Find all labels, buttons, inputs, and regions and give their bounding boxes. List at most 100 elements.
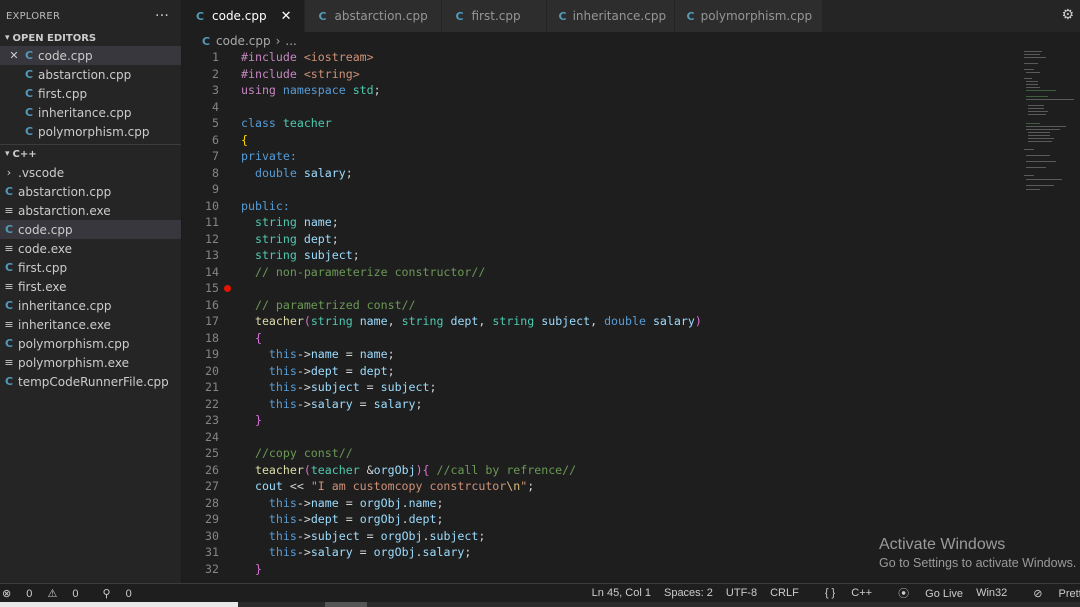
cpp-file-icon: C (24, 106, 34, 119)
tab-inheritance-cpp[interactable]: C inheritance.cpp (546, 0, 675, 32)
status-bar: ⊗ 0 ⚠ 0 ⚲ 0 Ln 45, Col 1 Spaces: 2 UTF-8… (0, 583, 1080, 602)
encoding[interactable]: UTF-8 (726, 587, 757, 599)
indentation[interactable]: Spaces: 2 (664, 587, 713, 599)
file-tree-item[interactable]: C tempCodeRunnerFile.cpp (0, 372, 181, 391)
file-tree-item[interactable]: C first.cpp (0, 258, 181, 277)
line-number: 12 (205, 231, 219, 246)
code-line: 20 this->dept = dept; (182, 363, 1018, 380)
line-number: 15 (205, 281, 219, 295)
file-tree-item[interactable]: C inheritance.cpp (0, 296, 181, 315)
prettier-label: Prettier (1058, 587, 1080, 600)
code-line: 25 //copy const// (182, 445, 1018, 462)
cursor-position[interactable]: Ln 45, Col 1 (592, 587, 651, 599)
prettier-status[interactable]: ⊘ Prettier (1020, 587, 1080, 600)
watermark-title: Activate Windows (879, 536, 1006, 553)
cpp-file-icon: C (318, 9, 327, 23)
code-line: 24 (182, 429, 1018, 446)
open-editor-label: code.cpp (38, 48, 93, 63)
exe-file-icon: ≡ (4, 204, 14, 217)
chevron-right-icon: › (6, 166, 12, 179)
problems-indicator[interactable]: ⊗ 0 ⚠ 0 (2, 587, 91, 600)
broadcast-icon: ⚲ (102, 587, 111, 600)
tab-code-cpp[interactable]: C code.cpp ✕ (182, 0, 305, 32)
more-actions-icon[interactable]: ··· (155, 8, 169, 24)
activate-windows-watermark: Activate Windows Go to Settings to activ… (879, 536, 1076, 570)
cpp-file-icon: C (24, 87, 34, 100)
file-tree-item[interactable]: ≡ first.exe (0, 277, 181, 296)
line-number: 21 (205, 380, 219, 394)
line-number: 20 (205, 363, 219, 378)
breakpoint-icon[interactable] (224, 285, 231, 292)
taskbar-edge (0, 602, 1080, 607)
open-editors-header[interactable]: ▾ OPEN EDITORS (0, 30, 181, 46)
gear-icon[interactable]: ⚙ (1061, 7, 1074, 23)
chevron-right-icon: › (275, 34, 281, 48)
code-line: 29 this->dept = orgObj.dept; (182, 511, 1018, 528)
close-icon[interactable]: ✕ (281, 9, 292, 24)
open-editor-item[interactable]: C first.cpp (0, 84, 181, 103)
breadcrumb: C code.cpp › ... (200, 32, 297, 50)
tab-label: inheritance.cpp (572, 9, 667, 23)
file-tree-item[interactable]: ≡ abstarction.exe (0, 201, 181, 220)
line-number: 5 (212, 116, 219, 130)
tab-label: code.cpp (212, 9, 267, 23)
tab-abstarction-cpp[interactable]: C abstarction.cpp (304, 0, 442, 32)
code-line: 8 double salary; (182, 165, 1018, 182)
line-number: 10 (205, 198, 219, 213)
minimap[interactable] (1018, 49, 1080, 583)
close-icon[interactable]: ✕ (7, 49, 21, 62)
open-editor-item[interactable]: C inheritance.cpp (0, 103, 181, 122)
go-live-button[interactable]: ⦿ Go Live (885, 585, 963, 601)
file-tree-item[interactable]: ≡ polymorphism.exe (0, 353, 181, 372)
exe-file-icon: ≡ (4, 242, 14, 255)
code-line: 21 this->subject = subject; (182, 379, 1018, 396)
line-number: 23 (205, 413, 219, 427)
exe-file-icon: ≡ (4, 356, 14, 369)
explorer-title: EXPLORER (6, 10, 61, 22)
breadcrumb-symbol[interactable]: ... (285, 34, 296, 48)
code-line: 17 teacher(string name, string dept, str… (182, 313, 1018, 330)
file-tree-item[interactable]: C abstarction.cpp (0, 182, 181, 201)
line-number: 14 (205, 264, 219, 279)
line-number: 11 (205, 215, 219, 229)
cpp-file-icon: C (195, 9, 205, 23)
line-number: 18 (205, 330, 219, 345)
open-editor-item[interactable]: C polymorphism.cpp (0, 122, 181, 141)
file-tree-item[interactable]: › .vscode (0, 163, 181, 182)
file-tree-item-selected[interactable]: C code.cpp (0, 220, 181, 239)
folder-header[interactable]: ▾ C++ (0, 144, 181, 163)
error-count: 0 (26, 587, 33, 600)
line-ending[interactable]: CRLF (770, 587, 799, 599)
watermark-subtitle: Go to Settings to activate Windows. (879, 556, 1077, 570)
platform[interactable]: Win32 (976, 587, 1007, 599)
open-editor-item[interactable]: C abstarction.cpp (0, 65, 181, 84)
code-line: 2 #include <string> (182, 66, 1018, 83)
file-tree-item[interactable]: ≡ code.exe (0, 239, 181, 258)
breadcrumb-file[interactable]: code.cpp (216, 34, 271, 48)
open-editor-item[interactable]: ✕ C code.cpp (0, 46, 181, 65)
code-editor[interactable]: 1 #include <iostream> 2 #include <string> … (182, 49, 1018, 583)
tab-label: first.cpp (471, 9, 521, 23)
line-number: 2 (212, 66, 219, 81)
open-editor-label: first.cpp (38, 86, 88, 101)
file-tree-item[interactable]: C polymorphism.cpp (0, 334, 181, 353)
broadcast-icon: ⦿ (898, 588, 910, 600)
code-line: 23 } (182, 412, 1018, 429)
tab-first-cpp[interactable]: C first.cpp (441, 0, 547, 32)
line-number: 32 (205, 561, 219, 576)
braces-icon: { } (824, 587, 836, 599)
line-number: 16 (205, 297, 219, 312)
editor-tab-bar: C code.cpp ✕ C abstarction.cpp C first.c… (182, 0, 1080, 32)
open-editor-label: polymorphism.cpp (38, 124, 150, 139)
code-line: 6{ (182, 132, 1018, 149)
file-tree-label: first.cpp (18, 260, 68, 275)
tab-polymorphism-cpp[interactable]: C polymorphism.cpp (674, 0, 823, 32)
file-tree-item[interactable]: ≡ inheritance.exe (0, 315, 181, 334)
line-number: 3 (212, 83, 219, 97)
folder-chevron-icon: ▾ (5, 149, 10, 159)
code-line: 10 public: (182, 198, 1018, 215)
code-line: 11 string name; (182, 214, 1018, 231)
live-share-indicator[interactable]: ⚲ 0 (103, 587, 144, 600)
line-number: 19 (205, 347, 219, 361)
language-mode[interactable]: { } C++ (812, 587, 872, 599)
